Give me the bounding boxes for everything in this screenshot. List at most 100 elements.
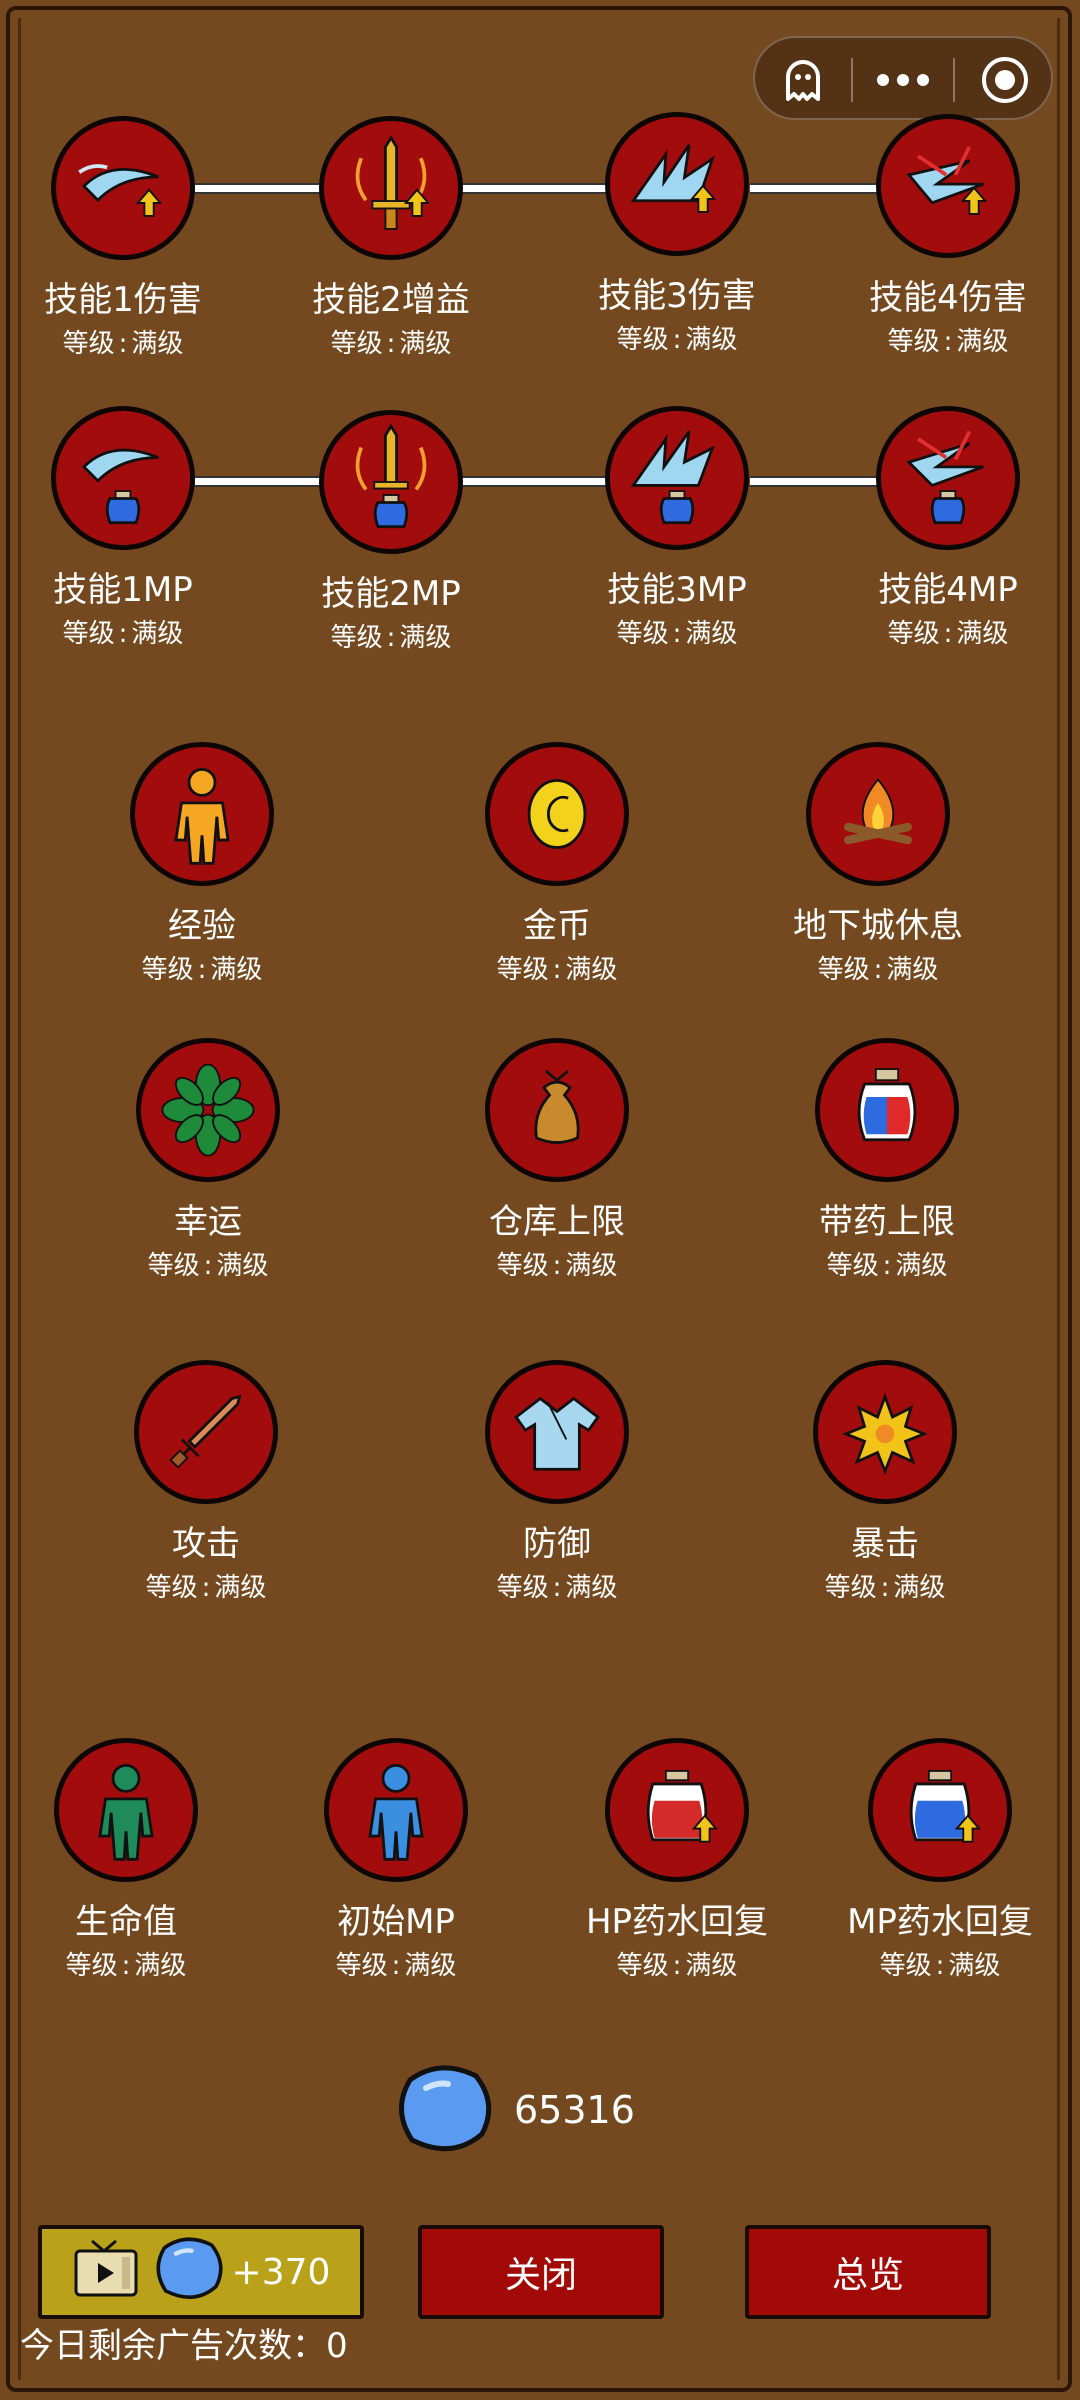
skill-name: 初始MP (337, 1902, 455, 1942)
skill-card-skill2-mp[interactable]: 技能2MP 等级: 满级 (271, 410, 511, 654)
skill-card-skill1-mp[interactable]: 技能1MP 等级: 满级 (3, 406, 243, 650)
mp-potion-up-icon (868, 1738, 1012, 1882)
skill-level: 等级: 满级 (496, 955, 618, 985)
miniprogram-capsule (753, 36, 1053, 120)
skill-level: 等级: 满级 (879, 1951, 1001, 1981)
skill-card-hp-potion-recovery[interactable]: HP药水回复 等级: 满级 (557, 1738, 797, 1982)
target-icon[interactable] (957, 38, 1053, 122)
skill-name: 技能2MP (321, 574, 461, 614)
skill-card-skill3-mp[interactable]: 技能3MP 等级: 满级 (557, 406, 797, 650)
person-blue-icon (324, 1738, 468, 1882)
skill-level: 等级: 满级 (330, 623, 452, 653)
campfire-icon (806, 742, 950, 886)
skill-card-skill3-damage[interactable]: 技能3伤害 等级: 满级 (557, 112, 797, 356)
skill-level: 等级: 满级 (335, 1951, 457, 1981)
coin-icon (485, 742, 629, 886)
potion-jar-icon (815, 1038, 959, 1182)
skill-level: 等级: 满级 (616, 1951, 738, 1981)
explosion-icon (813, 1360, 957, 1504)
skill-name: 技能1MP (53, 570, 193, 610)
skill-level: 等级: 满级 (62, 619, 184, 649)
skill-card-dungeon-rest[interactable]: 地下城休息 等级: 满级 (758, 742, 998, 986)
hp-potion-up-icon (605, 1738, 749, 1882)
skill-name: MP药水回复 (847, 1902, 1033, 1942)
sword-icon (134, 1360, 278, 1504)
skill-level: 等级: 满级 (496, 1251, 618, 1281)
skill-level: 等级: 满级 (496, 1573, 618, 1603)
skill-name: 技能3MP (607, 570, 747, 610)
skill-name: 暴击 (851, 1524, 919, 1564)
skill-card-mp-potion-recovery[interactable]: MP药水回复 等级: 满级 (820, 1738, 1060, 1982)
skill-card-defense[interactable]: 防御 等级: 满级 (437, 1360, 677, 1604)
multi-slash-potion-icon (876, 406, 1020, 550)
skill-name: 带药上限 (819, 1202, 955, 1242)
sword-potion-icon (319, 410, 463, 554)
skill-level: 等级: 满级 (616, 325, 738, 355)
clover-icon (136, 1038, 280, 1182)
robe-icon (485, 1360, 629, 1504)
skill-level: 等级: 满级 (824, 1573, 946, 1603)
overview-button-label: 总览 (831, 2255, 904, 2296)
skill-name: 攻击 (172, 1524, 240, 1564)
skill-level: 等级: 满级 (141, 955, 263, 985)
skill-card-skill2-buff[interactable]: 技能2增益 等级: 满级 (271, 116, 511, 360)
skill-name: 金币 (523, 906, 591, 946)
skill-card-gold[interactable]: 金币 等级: 满级 (437, 742, 677, 986)
skill-name: 技能4伤害 (869, 278, 1027, 318)
skill-card-experience[interactable]: 经验 等级: 满级 (82, 742, 322, 986)
gem-currency: 65316 (390, 2060, 635, 2160)
skill-card-luck[interactable]: 幸运 等级: 满级 (88, 1038, 328, 1282)
gem-count: 65316 (514, 2088, 635, 2132)
skill-level: 等级: 满级 (887, 619, 1009, 649)
overview-button[interactable]: 总览 (745, 2225, 991, 2319)
skill-name: 幸运 (174, 1202, 242, 1242)
person-green-icon (54, 1738, 198, 1882)
close-button-label: 关闭 (504, 2255, 577, 2296)
skill-name: 地下城休息 (793, 906, 963, 946)
blue-gem-icon (150, 2233, 226, 2312)
skill-level: 等级: 满级 (616, 619, 738, 649)
close-button[interactable]: 关闭 (418, 2225, 664, 2319)
person-icon (130, 742, 274, 886)
more-icon[interactable] (855, 38, 951, 122)
skill-level: 等级: 满级 (62, 329, 184, 359)
skill-card-skill4-damage[interactable]: 技能4伤害 等级: 满级 (828, 114, 1068, 358)
spike-burst-up-icon (605, 112, 749, 256)
skill-name: HP药水回复 (585, 1902, 769, 1942)
ad-remaining-text: 今日剩余广告次数：0 (20, 2326, 348, 2366)
skill-card-skill1-damage[interactable]: 技能1伤害 等级: 满级 (3, 116, 243, 360)
wind-slash-up-icon (51, 116, 195, 260)
skill-card-attack[interactable]: 攻击 等级: 满级 (86, 1360, 326, 1604)
blue-gem-icon (390, 2060, 496, 2160)
watch-ad-button[interactable]: +370 (38, 2225, 364, 2319)
video-ad-icon (72, 2237, 140, 2308)
skill-card-critical[interactable]: 暴击 等级: 满级 (765, 1360, 1005, 1604)
skill-name: 技能2增益 (312, 280, 470, 320)
skill-card-skill4-mp[interactable]: 技能4MP 等级: 满级 (828, 406, 1068, 650)
skill-name: 防御 (523, 1524, 591, 1564)
skill-name: 技能3伤害 (598, 276, 756, 316)
skill-name: 生命值 (75, 1902, 177, 1942)
skill-level: 等级: 满级 (65, 1951, 187, 1981)
skill-name: 仓库上限 (489, 1202, 625, 1242)
skill-name: 技能4MP (878, 570, 1018, 610)
skill-card-potion-carry-limit[interactable]: 带药上限 等级: 满级 (767, 1038, 1007, 1282)
wind-slash-potion-icon (51, 406, 195, 550)
multi-slash-up-icon (876, 114, 1020, 258)
skill-name: 经验 (168, 906, 236, 946)
skill-level: 等级: 满级 (887, 327, 1009, 357)
ghost-icon[interactable] (755, 38, 851, 122)
skill-level: 等级: 满级 (145, 1573, 267, 1603)
spike-burst-potion-icon (605, 406, 749, 550)
skill-card-hp[interactable]: 生命值 等级: 满级 (6, 1738, 246, 1982)
ad-reward-amount: +370 (231, 2251, 331, 2293)
sword-up-icon (319, 116, 463, 260)
skill-level: 等级: 满级 (817, 955, 939, 985)
skill-level: 等级: 满级 (826, 1251, 948, 1281)
skill-level: 等级: 满级 (330, 329, 452, 359)
skill-card-initial-mp[interactable]: 初始MP 等级: 满级 (276, 1738, 516, 1982)
skill-name: 技能1伤害 (44, 280, 202, 320)
skill-card-storage-limit[interactable]: 仓库上限 等级: 满级 (437, 1038, 677, 1282)
skill-level: 等级: 满级 (147, 1251, 269, 1281)
sack-icon (485, 1038, 629, 1182)
